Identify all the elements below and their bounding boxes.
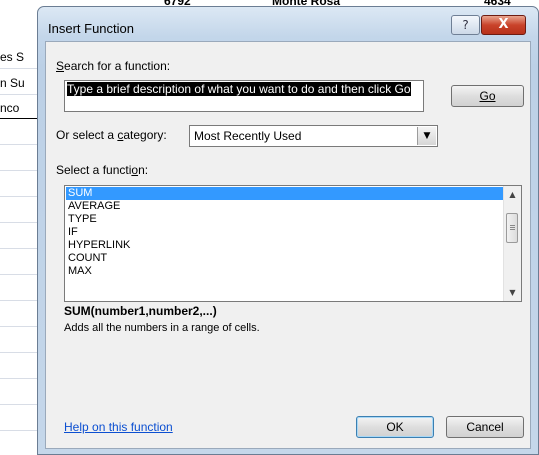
search-label-text: earch for a function: [64, 59, 171, 73]
go-button[interactable]: Go [451, 85, 524, 107]
search-input-text: Type a brief description of what you wan… [67, 82, 411, 96]
function-item-hyperlink[interactable]: HYPERLINK [66, 239, 503, 252]
insert-function-dialog: Insert Function ? X Search for a functio… [37, 6, 539, 455]
dropdown-arrow-icon[interactable]: ▼ [417, 127, 436, 145]
cell-value: n Su [0, 76, 25, 90]
dialog-title: Insert Function [48, 21, 134, 36]
scroll-up-arrow-icon[interactable]: ▲ [504, 186, 521, 203]
search-label: Search for a function: [56, 59, 171, 73]
dialog-titlebar[interactable]: Insert Function ? X [38, 7, 538, 41]
grip-line [510, 227, 515, 228]
grip-line [510, 229, 515, 230]
grip-line [510, 225, 515, 226]
function-item-if[interactable]: IF [66, 226, 503, 239]
category-label: Or select a category: [56, 128, 167, 142]
function-description: Adds all the numbers in a range of cells… [64, 322, 260, 334]
category-value: Most Recently Used [194, 129, 302, 143]
function-item-sum[interactable]: SUM [66, 187, 503, 200]
scroll-down-arrow-icon[interactable]: ▼ [504, 284, 521, 301]
function-listbox[interactable]: SUM AVERAGE TYPE IF HYPERLINK COUNT MAX … [64, 185, 522, 302]
search-input[interactable]: Type a brief description of what you wan… [64, 80, 424, 112]
function-list-label: Select a function: [56, 163, 149, 177]
dialog-body: Search for a function: Type a brief desc… [45, 41, 531, 449]
function-item-count[interactable]: COUNT [66, 252, 503, 265]
help-on-function-link[interactable]: Help on this function [64, 420, 173, 434]
help-button[interactable]: ? [451, 15, 480, 35]
go-button-label: Go [479, 89, 496, 103]
cell-value: es S [0, 50, 25, 64]
close-button[interactable]: X [481, 15, 526, 35]
cell-value: nco [0, 101, 20, 115]
function-list-scrollbar[interactable]: ▲ ▼ [503, 186, 521, 301]
ok-button[interactable]: OK [356, 416, 434, 438]
scroll-thumb[interactable] [506, 213, 518, 243]
category-select[interactable]: Most Recently Used ▼ [189, 125, 438, 147]
cancel-button[interactable]: Cancel [446, 416, 524, 438]
function-item-max[interactable]: MAX [66, 265, 503, 278]
function-item-average[interactable]: AVERAGE [66, 200, 503, 213]
function-item-type[interactable]: TYPE [66, 213, 503, 226]
function-signature: SUM(number1,number2,...) [64, 304, 217, 318]
